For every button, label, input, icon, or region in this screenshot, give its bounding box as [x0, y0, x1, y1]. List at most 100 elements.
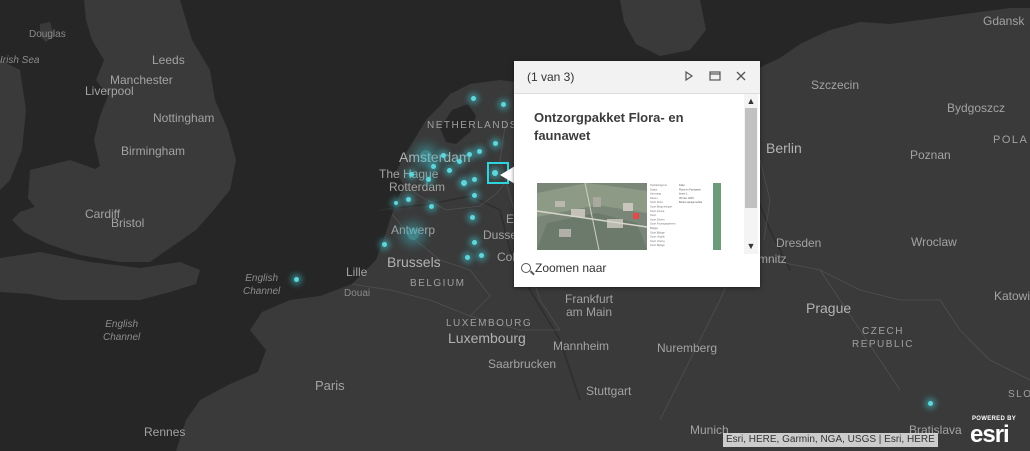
label-belgium: BELGIUM — [410, 278, 466, 289]
map-point[interactable] — [394, 201, 398, 205]
label-luxembourg-country: LUXEMBOURG — [446, 318, 533, 329]
label-leeds: Leeds — [152, 53, 185, 67]
close-button[interactable] — [734, 69, 748, 83]
scroll-down-icon[interactable]: ▼ — [744, 241, 758, 251]
map-point[interactable] — [406, 197, 411, 202]
label-frankfurt: Frankfurt am Main — [565, 292, 614, 319]
label-bristol: Bristol — [111, 216, 145, 230]
map-point[interactable] — [472, 240, 477, 245]
form-row-label: Opdrachtgever — [650, 183, 667, 187]
label-english-channel-2: English Channel — [103, 319, 141, 343]
attachment-side-bar — [713, 183, 721, 250]
popup-content: Ontzorgpakket Flora- en faunawet Opdrach… — [514, 94, 744, 254]
attachment-form-image: Opdrachtgever Fake Status Flora en Faunawet… — [650, 183, 703, 247]
form-row-label: Soort Bijlage — [650, 230, 665, 234]
map-point[interactable] — [501, 102, 506, 107]
label-rotterdam: Rotterdam — [389, 180, 446, 194]
map-point[interactable] — [294, 277, 299, 282]
map-point[interactable] — [471, 96, 476, 101]
map-point[interactable] — [928, 401, 933, 406]
map-point[interactable] — [472, 193, 477, 198]
esri-logo[interactable]: esri — [970, 421, 1010, 449]
label-berlin: Berlin — [766, 140, 802, 156]
label-wroclaw: Wroclaw — [911, 235, 957, 249]
form-row-value: 30 Nov 2015 — [679, 196, 694, 200]
map-point[interactable] — [382, 242, 387, 247]
label-liverpool: Liverpool — [85, 84, 134, 98]
form-row-label: Soort Begroeiingen — [650, 205, 673, 209]
label-english-channel-1: English Channel — [243, 273, 281, 297]
label-nottingham: Nottingham — [153, 111, 215, 125]
label-prague: Prague — [806, 300, 852, 316]
form-row-label: Soort — [650, 213, 656, 217]
attachment-thumbnail[interactable]: Opdrachtgever Fake Status Flora en Faunawet… — [537, 183, 721, 250]
form-row-label: Status — [650, 187, 658, 191]
dock-icon — [709, 71, 721, 81]
label-rennes: Rennes — [144, 425, 186, 439]
label-czech-republic: CZECH REPUBLIC — [852, 326, 915, 350]
map-point[interactable] — [431, 164, 436, 169]
label-nuremberg: Nuremberg — [657, 341, 718, 355]
label-saarbrucken: Saarbrucken — [488, 357, 557, 371]
popup-pointer — [500, 166, 515, 184]
zoom-to-label: Zoomen naar — [535, 261, 607, 275]
map-point[interactable] — [465, 255, 470, 260]
form-row-label: Soort Faunagegevens — [650, 222, 676, 226]
label-brussels: Brussels — [387, 254, 441, 270]
label-chemnitz: mnitz — [758, 252, 787, 266]
map-point[interactable] — [426, 177, 431, 182]
label-douai: Douai — [344, 288, 371, 299]
label-luxembourg-city: Luxembourg — [448, 330, 526, 346]
label-netherlands: NETHERLANDS — [427, 120, 518, 131]
label-poland: POLA — [993, 134, 1029, 146]
map-point[interactable] — [420, 150, 432, 162]
aerial-photo-image — [537, 183, 647, 250]
form-row-value: lonen 1 — [679, 192, 688, 196]
label-mannheim: Mannheim — [553, 339, 610, 353]
label-birmingham: Birmingham — [121, 144, 186, 158]
feature-popup: (1 van 3) Ontzorgpakket Flora- en faunaw… — [514, 61, 760, 287]
form-row-label: Soort Overig — [650, 239, 665, 243]
label-essen: E — [506, 212, 515, 226]
label-slovakia: SLO — [1008, 389, 1030, 400]
popup-feature-count: (1 van 3) — [527, 70, 575, 84]
label-dresden: Dresden — [776, 236, 822, 250]
scroll-up-icon[interactable]: ▲ — [744, 96, 758, 106]
map-point[interactable] — [467, 152, 472, 157]
form-row-label: Bijlage — [650, 226, 658, 230]
map-point[interactable] — [447, 168, 452, 173]
form-row-label: Datum — [650, 196, 658, 200]
map-attribution[interactable]: Esri, HERE, Garmin, NGA, USGS | Esri, HE… — [723, 433, 938, 447]
map-point[interactable] — [493, 141, 498, 146]
dock-button[interactable] — [708, 69, 722, 83]
form-row-label: Soort Dieren — [650, 217, 665, 221]
form-row-label: Soort Flora — [650, 200, 663, 204]
form-row-label: Aanvraag — [650, 192, 662, 196]
play-icon — [685, 70, 694, 82]
map-point[interactable] — [409, 172, 414, 177]
map-point[interactable] — [470, 215, 475, 220]
label-poznan: Poznan — [910, 148, 951, 162]
map-view[interactable]: Douglas Irish Sea Leeds Manchester Liver… — [0, 0, 1030, 451]
map-point[interactable] — [477, 149, 482, 154]
map-point[interactable] — [441, 153, 446, 158]
label-irish-sea: Irish Sea — [0, 55, 40, 66]
map-point[interactable] — [472, 177, 477, 182]
map-point[interactable] — [457, 159, 462, 164]
label-stuttgart: Stuttgart — [586, 384, 632, 398]
label-douglas: Douglas — [29, 29, 66, 40]
map-point[interactable] — [429, 204, 434, 209]
popup-scrollbar[interactable]: ▲ ▼ — [744, 94, 758, 254]
form-row-label: Soort Fauna — [650, 209, 665, 213]
map-point[interactable] — [461, 180, 467, 186]
next-feature-button[interactable] — [682, 69, 696, 83]
form-row-label: Soort Bijlage — [650, 243, 665, 247]
map-point[interactable] — [479, 253, 484, 258]
label-lille: Lille — [346, 265, 368, 279]
label-gdansk: Gdansk — [983, 14, 1025, 28]
popup-title: Ontzorgpakket Flora- en faunawet — [534, 110, 684, 143]
map-point[interactable] — [407, 228, 419, 240]
zoom-to-link[interactable]: Zoomen naar — [521, 261, 606, 275]
popup-header: (1 van 3) — [514, 61, 760, 94]
scroll-thumb[interactable] — [745, 108, 757, 208]
